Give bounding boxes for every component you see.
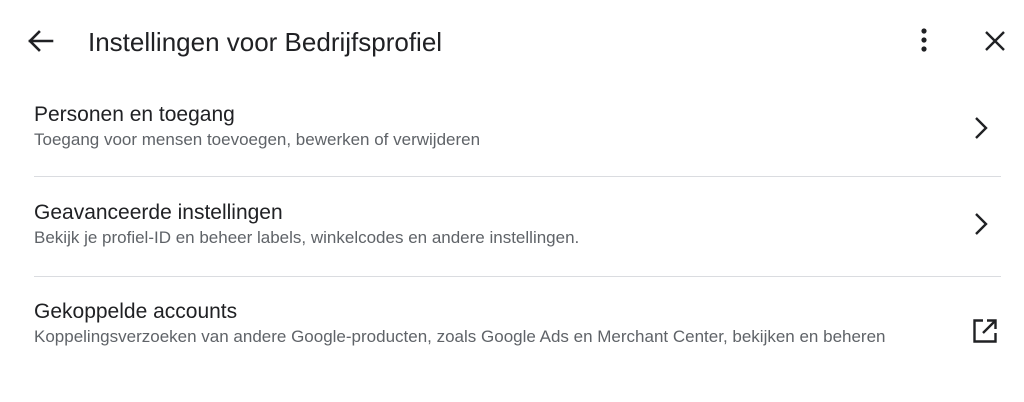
page-title: Instellingen voor Bedrijfsprofiel <box>88 27 443 57</box>
settings-item-description: Toegang voor mensen toevoegen, bewerken … <box>34 130 481 149</box>
settings-item-linked-accounts[interactable]: Gekoppelde accounts Koppelingsverzoeken … <box>34 277 1001 397</box>
settings-item-title: Gekoppelde accounts <box>34 300 238 323</box>
settings-item-people-and-access[interactable]: Personen en toegang Toegang voor mensen … <box>34 82 1001 176</box>
back-button[interactable] <box>22 26 58 56</box>
chevron-right-icon <box>967 114 995 142</box>
close-button[interactable] <box>978 24 1012 58</box>
settings-item-title: Personen en toegang <box>34 103 235 126</box>
settings-item-title: Geavanceerde instellingen <box>34 201 283 224</box>
settings-list: Personen en toegang Toegang voor mensen … <box>0 82 1024 397</box>
chevron-right-icon <box>967 210 995 238</box>
close-icon <box>984 30 1006 52</box>
header: Instellingen voor Bedrijfsprofiel <box>0 0 1024 82</box>
arrow-back-icon <box>26 29 54 53</box>
settings-item-advanced-settings[interactable]: Geavanceerde instellingen Bekijk je prof… <box>34 177 1001 276</box>
settings-item-description: Bekijk je profiel-ID en beheer labels, w… <box>34 228 580 247</box>
settings-item-description: Koppelingsverzoeken van andere Google-pr… <box>34 327 886 346</box>
more-options-button[interactable] <box>908 24 940 56</box>
more-vert-icon <box>920 27 928 53</box>
open-in-new-icon[interactable] <box>971 317 999 345</box>
